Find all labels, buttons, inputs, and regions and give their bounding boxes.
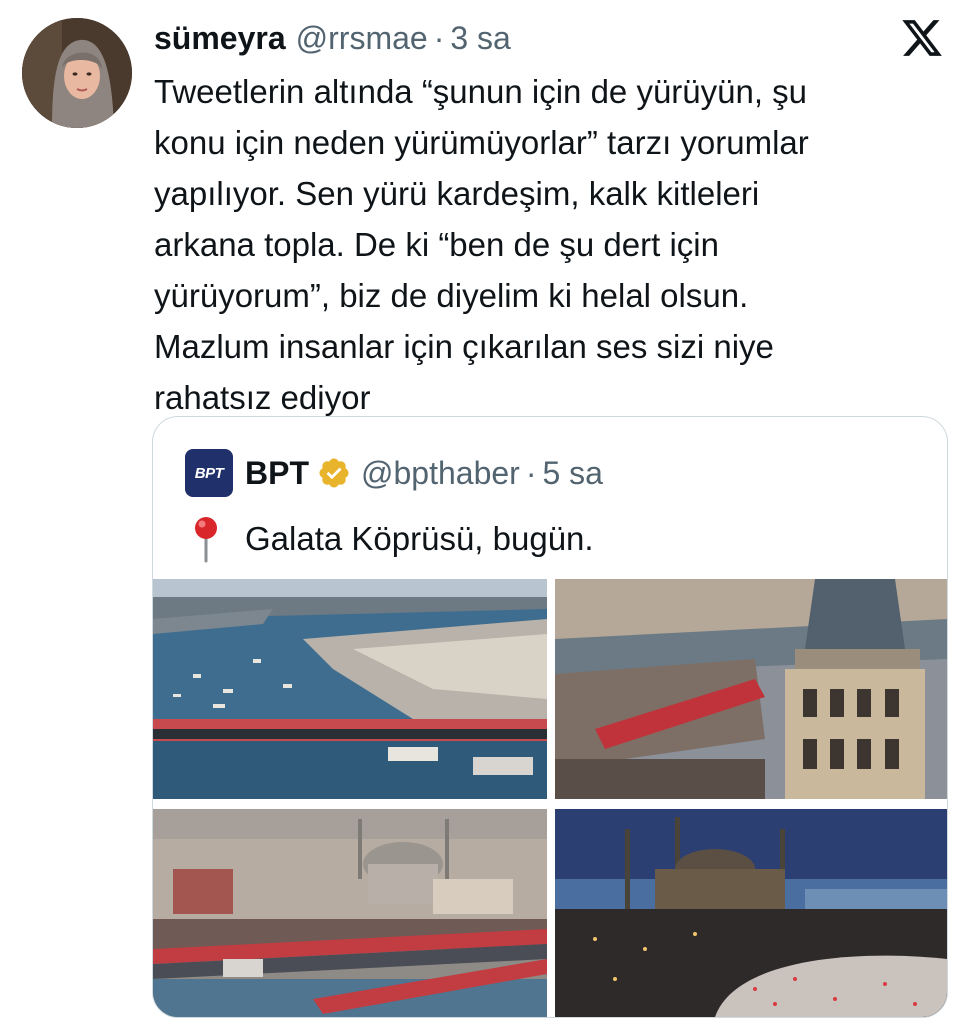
quoted-author-display-name[interactable]: BPT <box>245 455 309 492</box>
quoted-tweet-timestamp[interactable]: 5 sa <box>542 455 602 492</box>
tweet-photo-aerial-bridge[interactable] <box>153 579 547 799</box>
bpt-logo-text: BPT <box>194 464 224 482</box>
author-handle[interactable]: @rrsmae <box>296 20 428 57</box>
tweet-text-line: konu için neden yürümüyorlar” tarzı yoru… <box>154 124 809 161</box>
tweet-photo-mosque-bridge[interactable] <box>153 809 547 1017</box>
tweet-photo-galata-tower[interactable] <box>555 579 947 799</box>
tweet-text: Tweetlerin altında “şunun için de yürüyü… <box>154 66 934 423</box>
quoted-tweet-header: BPT BPT @bpthaber · 5 sa <box>185 449 603 497</box>
separator-dot: · <box>433 19 445 56</box>
round-pushpin-icon <box>195 517 217 563</box>
quoted-tweet-text: Galata Köprüsü, bugün. <box>189 515 594 563</box>
quoted-tweet-text-content: Galata Köprüsü, bugün. <box>245 520 594 557</box>
quoted-tweet-card[interactable]: BPT BPT @bpthaber · 5 sa Galata Köprüsü,… <box>152 416 948 1018</box>
author-display-name[interactable]: sümeyra <box>154 20 286 57</box>
tweet-text-line: yürüyorum”, biz de diyelim ki helal olsu… <box>154 277 749 314</box>
tweet-text-line: arkana topla. De ki “ben de şu dert için <box>154 226 719 263</box>
tweet-timestamp[interactable]: 3 sa <box>450 20 510 57</box>
x-logo-icon <box>900 16 944 60</box>
bpt-logo-icon[interactable]: BPT <box>185 449 233 497</box>
tweet-photo-hagia-sophia-night[interactable] <box>555 809 947 1017</box>
tweet-header: sümeyra @rrsmae · 3 sa <box>154 16 511 60</box>
gold-verified-badge-icon <box>319 458 349 488</box>
avatar-photo <box>22 18 132 128</box>
avatar[interactable] <box>22 18 132 128</box>
tweet-text-line: yapılıyor. Sen yürü kardeşim, kalk kitle… <box>154 175 760 212</box>
separator-dot: · <box>525 454 537 491</box>
tweet-text-line: Mazlum insanlar için çıkarılan ses sizi … <box>154 328 774 365</box>
quoted-author-handle[interactable]: @bpthaber <box>361 455 520 492</box>
tweet-text-line: Tweetlerin altında “şunun için de yürüyü… <box>154 73 808 110</box>
